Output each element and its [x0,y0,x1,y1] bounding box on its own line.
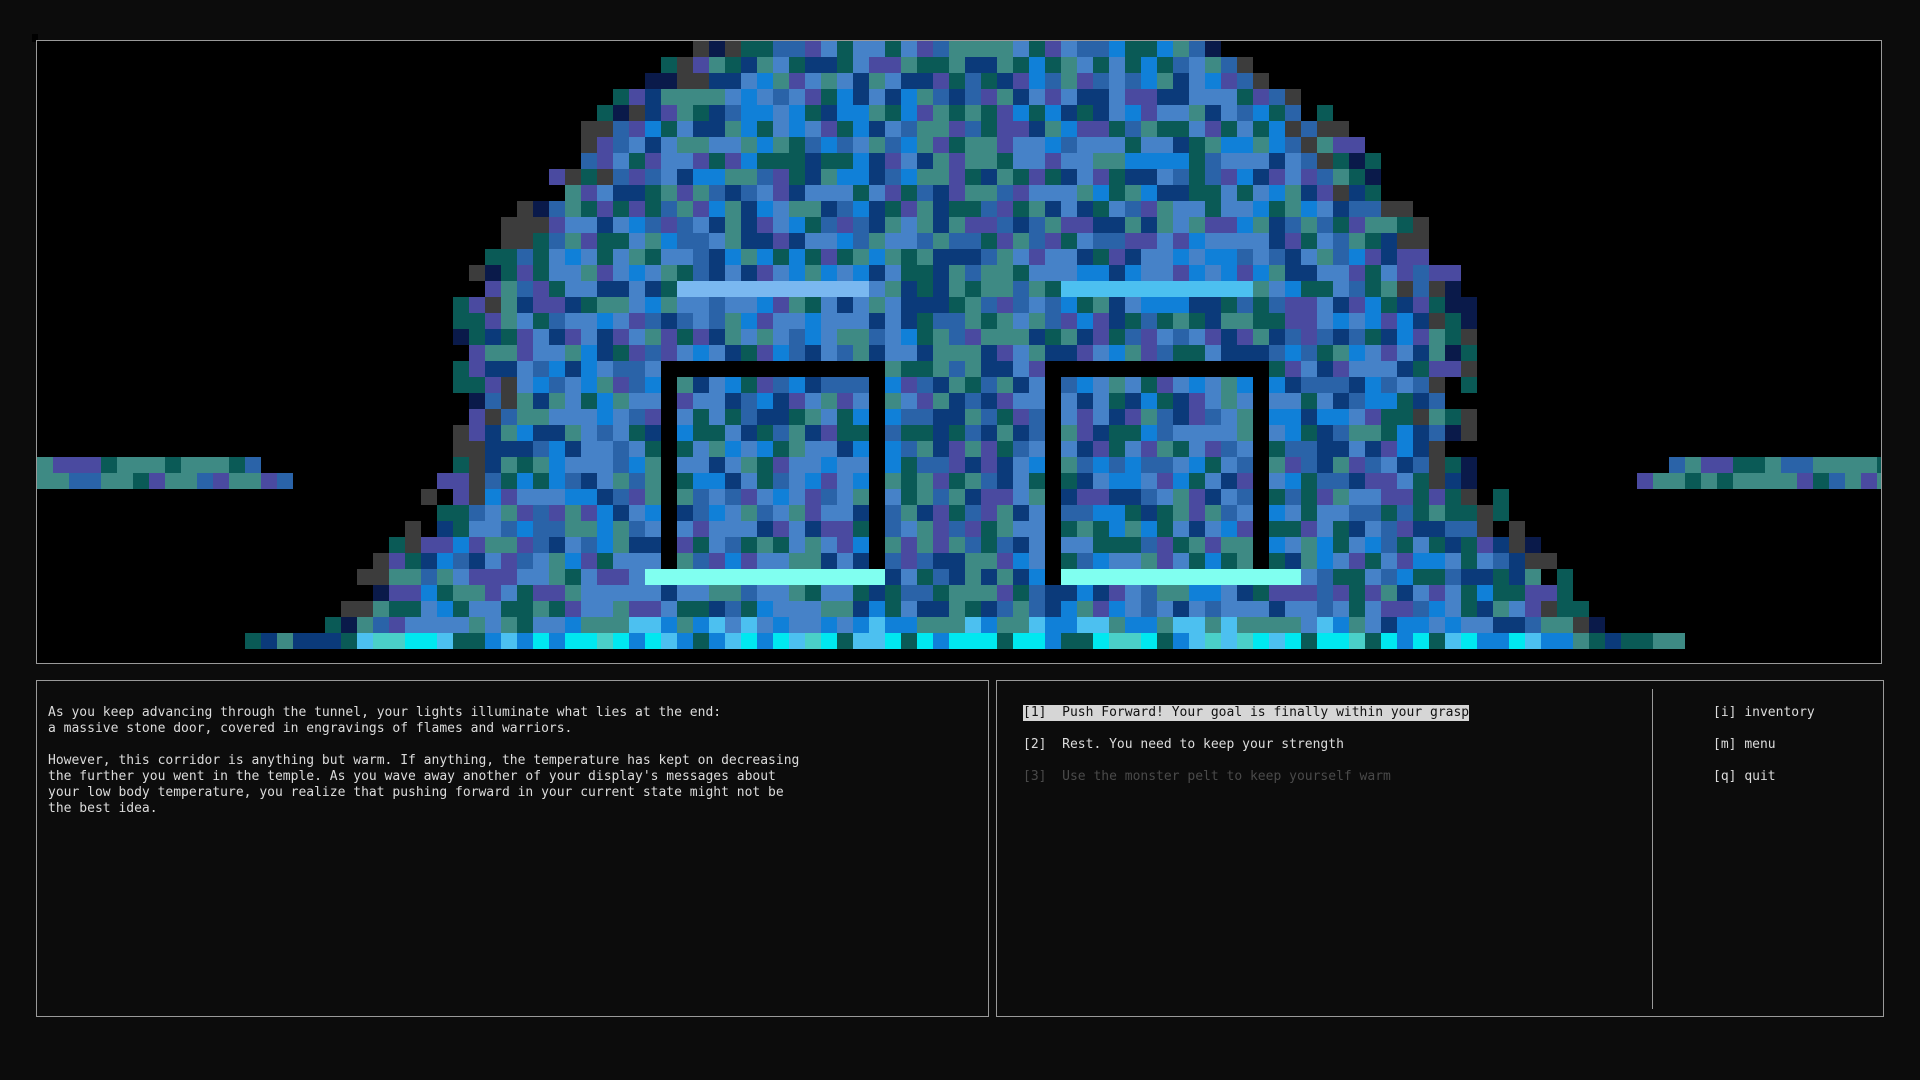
hotkey-key: [q] [1713,769,1737,784]
hotkey-list: [i] inventory [m] menu [q] quit [1713,705,1815,801]
hotkey-key: [i] [1713,705,1737,720]
hotkey-quit[interactable]: [q] quit [1713,769,1815,785]
scene-viewport [36,40,1882,664]
hotkey-label: menu [1744,737,1776,752]
door-pixels [37,41,1881,649]
panel-divider [1652,689,1653,1009]
choice-key: [3] [1023,769,1047,784]
story-paragraph-2: However, this corridor is anything but w… [48,753,800,816]
choice-label: Push Forward! Your goal is finally withi… [1062,705,1470,720]
stone-door-pixel-art [37,41,1881,649]
story-paragraph-1: As you keep advancing through the tunnel… [48,705,722,736]
hotkey-inventory[interactable]: [i] inventory [1713,705,1815,721]
choice-list: [1] Push Forward! Your goal is finally w… [1023,705,1470,801]
choices-panel: [1] Push Forward! Your goal is finally w… [996,680,1884,1017]
story-panel: As you keep advancing through the tunnel… [36,680,989,1017]
choice-use-pelt: [3] Use the monster pelt to keep yoursel… [1023,769,1469,785]
choice-label: Rest. You need to keep your strength [1062,737,1344,752]
hotkey-label: quit [1744,769,1776,784]
choice-rest[interactable]: [2] Rest. You need to keep your strength [1023,737,1469,753]
choice-key: [2] [1023,737,1047,752]
choice-key: [1] [1023,705,1047,720]
choice-label: Use the monster pelt to keep yourself wa… [1062,769,1391,784]
hotkey-menu[interactable]: [m] menu [1713,737,1815,753]
hotkey-key: [m] [1713,737,1737,752]
hotkey-label: inventory [1744,705,1815,720]
choice-push-forward[interactable]: [1] Push Forward! Your goal is finally w… [1023,705,1470,721]
